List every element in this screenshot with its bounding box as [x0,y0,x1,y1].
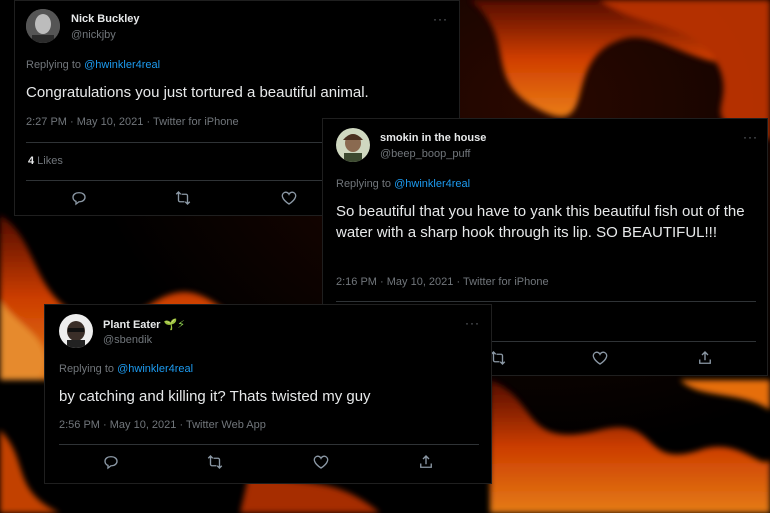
display-name-text: Plant Eater [103,319,161,331]
retweet-icon[interactable] [206,453,224,471]
mention-link[interactable]: @hwinkler4real [84,59,160,71]
replying-to: Replying to @hwinkler4real [26,59,160,71]
divider [59,444,479,445]
replying-to: Replying to @hwinkler4real [59,363,193,375]
replying-to-label: Replying to [336,178,395,190]
mention-link[interactable]: @hwinkler4real [117,363,193,375]
retweet-icon[interactable] [174,189,192,207]
share-icon[interactable] [417,453,435,471]
more-options-icon[interactable]: ··· [433,12,448,26]
display-name[interactable]: Nick Buckley [71,13,139,25]
heart-icon[interactable] [280,189,298,207]
more-options-icon[interactable]: ··· [743,130,758,144]
tweet-text: Congratulations you just tortured a beau… [26,84,369,101]
more-options-icon[interactable]: ··· [465,316,480,330]
avatar[interactable] [59,314,93,348]
divider [336,301,756,302]
reply-icon[interactable] [70,189,88,207]
tweet-timestamp[interactable]: 2:56 PM · May 10, 2021 · Twitter Web App [59,419,266,431]
replying-to: Replying to @hwinkler4real [336,178,470,190]
likes-label: Likes [34,155,63,167]
tweet-text: So beautiful that you have to yank this … [336,203,745,241]
user-handle[interactable]: @beep_boop_puff [380,148,471,160]
heart-icon[interactable] [591,349,609,367]
mention-link[interactable]: @hwinkler4real [394,178,470,190]
display-name-emoji: 🌱⚡ [163,318,185,331]
avatar[interactable] [26,9,60,43]
display-name[interactable]: smokin in the house [380,132,486,144]
tweet-text: by catching and killing it? Thats twiste… [59,388,371,405]
tweet-timestamp[interactable]: 2:27 PM · May 10, 2021 · Twitter for iPh… [26,116,239,128]
avatar[interactable] [336,128,370,162]
display-name[interactable]: Plant Eater 🌱⚡ [103,318,185,331]
user-handle[interactable]: @nickjby [71,29,116,41]
tweet-card-plant-eater: Plant Eater 🌱⚡ @sbendik ··· Replying to … [44,304,492,484]
share-icon[interactable] [696,349,714,367]
heart-icon[interactable] [312,453,330,471]
tweet-timestamp[interactable]: 2:16 PM · May 10, 2021 · Twitter for iPh… [336,276,549,288]
user-handle[interactable]: @sbendik [103,334,152,346]
reply-icon[interactable] [102,453,120,471]
replying-to-label: Replying to [59,363,118,375]
likes-count[interactable]: 4 Likes [28,155,63,167]
replying-to-label: Replying to [26,59,85,71]
